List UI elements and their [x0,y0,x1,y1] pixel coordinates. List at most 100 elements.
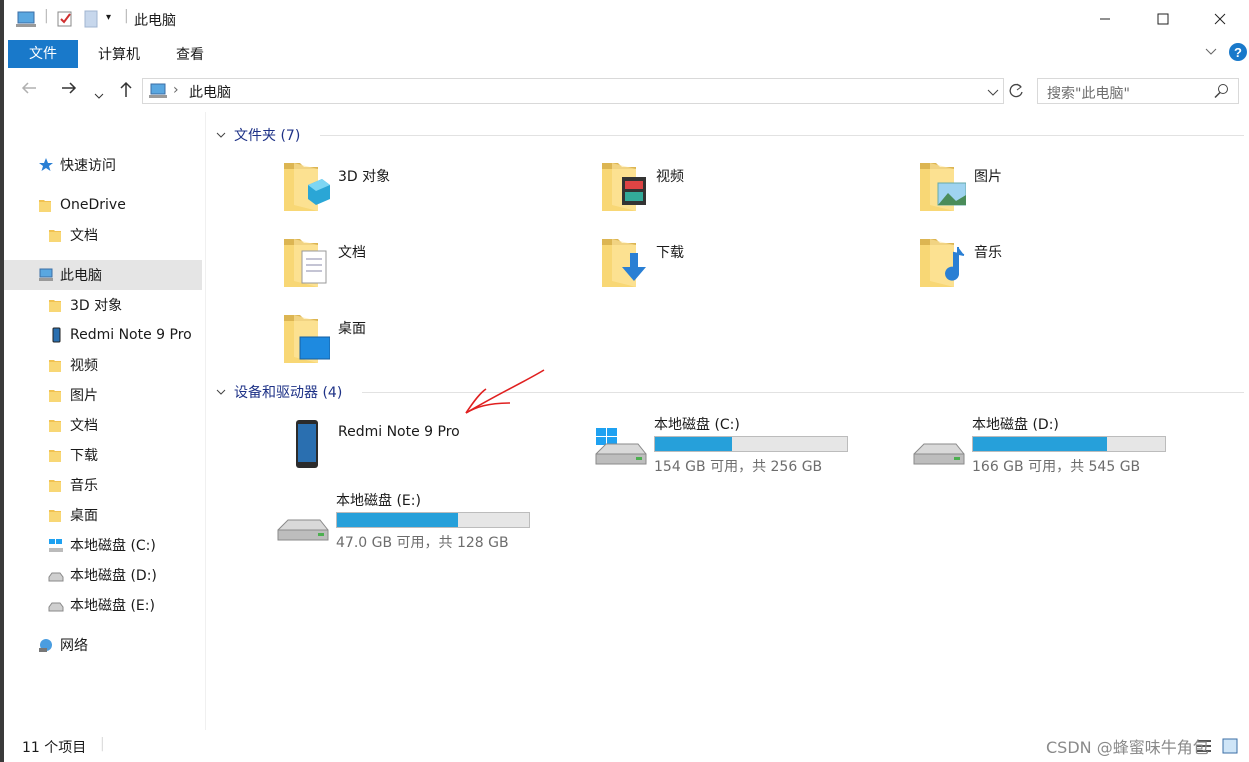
folder-icon [38,197,54,213]
explorer-window: | ▾ | 此电脑 文件 计算机 查看 ? › 此电脑 搜索"此电脑" 快速访问… [0,0,1249,762]
folder-icon [48,227,64,243]
device-phone[interactable]: Redmi Note 9 Pro [282,414,582,484]
folder-tile[interactable]: 图片 [918,158,1218,228]
refresh-button[interactable] [1007,82,1025,104]
folder-tile[interactable]: 视频 [600,158,900,228]
minimize-button[interactable] [1076,0,1134,38]
sidebar-item-label: 文档 [70,418,98,434]
svg-text:?: ? [1234,45,1242,60]
computer-icon[interactable] [16,10,36,32]
drive-usage-bar [972,436,1166,452]
customize-toolbar-icon[interactable]: ▾ [106,12,111,23]
folder-label: 文档 [338,245,366,261]
breadcrumb-chevron-icon[interactable]: › [173,82,179,98]
navigation-pane: 快速访问 OneDrive 文档 此电脑 3D 对象 Redmi Note 9 Pro 视频… [4,122,204,732]
downloads-folder-icon [600,234,648,294]
network-icon [38,637,54,653]
separator: | [124,8,129,24]
folder-tile[interactable]: 3D 对象 [282,158,582,228]
drive-tile[interactable]: 本地磁盘 (C:) 154 GB 可用，共 256 GB [590,414,870,484]
tab-view[interactable]: 查看 [158,42,222,68]
sidebar-item[interactable]: OneDrive [4,190,202,220]
folder-tile[interactable]: 下载 [600,234,900,304]
windows-drive-icon [48,537,64,553]
chevron-down-icon[interactable] [216,384,226,400]
drive-tile[interactable]: 本地磁盘 (E:) 47.0 GB 可用，共 128 GB [272,490,552,560]
drive-free-space: 47.0 GB 可用，共 128 GB [336,535,509,551]
address-input[interactable]: › 此电脑 [142,78,1004,104]
search-icon[interactable] [1214,83,1230,103]
sidebar-item-label: 本地磁盘 (E:) [70,598,155,614]
help-icon[interactable]: ? [1228,42,1248,66]
sidebar-item[interactable]: 文档 [4,220,202,250]
sidebar-item-label: 下载 [70,448,98,464]
breadcrumb[interactable]: 此电脑 [189,82,231,102]
sidebar-item-label: 文档 [70,228,98,244]
sidebar-item[interactable]: 此电脑 [4,260,202,290]
address-dropdown-icon[interactable] [987,85,999,101]
expand-ribbon-icon[interactable] [1204,44,1218,62]
folder-3d-icon [48,297,64,313]
tab-computer[interactable]: 计算机 [84,42,154,68]
maximize-button[interactable] [1134,0,1192,38]
computer-icon [38,267,54,283]
folder-tile[interactable]: 音乐 [918,234,1218,304]
back-button[interactable] [20,80,38,101]
star-icon [38,157,54,173]
folder-label: 桌面 [338,321,366,337]
sidebar-item[interactable]: 本地磁盘 (E:) [4,590,202,620]
pictures-folder-icon [918,158,967,218]
device-label: Redmi Note 9 Pro [338,424,460,440]
drive-usage-fill [973,437,1108,451]
chevron-down-icon[interactable] [216,127,226,143]
sidebar-item-label: OneDrive [60,197,126,213]
forward-button[interactable] [60,80,78,101]
close-button[interactable] [1191,0,1249,38]
large-icons-view-icon[interactable] [1222,738,1238,758]
sidebar-item[interactable]: 3D 对象 [4,290,202,320]
drive-usage-fill [655,437,732,451]
drive-tile[interactable]: 本地磁盘 (D:) 166 GB 可用，共 545 GB [908,414,1188,484]
sidebar-item[interactable]: 视频 [4,350,202,380]
folder-3d-icon [282,158,330,218]
sidebar-item[interactable]: 音乐 [4,470,202,500]
sidebar-item[interactable]: 图片 [4,380,202,410]
sidebar-item-label: Redmi Note 9 Pro [70,327,192,343]
sidebar-item[interactable]: 网络 [4,630,202,660]
divider [320,135,1244,136]
drive-free-space: 154 GB 可用，共 256 GB [654,459,823,475]
drive-name: 本地磁盘 (E:) [336,493,421,509]
sidebar-item[interactable]: 文档 [4,410,202,440]
folder-label: 图片 [974,169,1002,185]
up-button[interactable] [118,80,134,103]
drive-name: 本地磁盘 (C:) [654,417,740,433]
group-header-folders[interactable]: 文件夹 (7) [216,124,1244,146]
search-input[interactable]: 搜索"此电脑" [1037,78,1239,104]
search-placeholder: 搜索"此电脑" [1047,86,1130,102]
pictures-folder-icon [48,387,64,403]
window-title: 此电脑 [134,13,176,29]
folder-tile[interactable]: 文档 [282,234,582,304]
sidebar-item[interactable]: 桌面 [4,500,202,530]
item-count: 11 个项目 [22,740,87,756]
windows-drive-icon [594,428,648,472]
sidebar-item[interactable]: 快速访问 [4,150,202,180]
drive-usage-bar [654,436,848,452]
desktop-folder-icon [282,310,331,370]
sidebar-item[interactable]: 本地磁盘 (C:) [4,530,202,560]
sidebar-item[interactable]: 本地磁盘 (D:) [4,560,202,590]
recent-locations-button[interactable] [94,84,104,105]
sidebar-item[interactable]: 下载 [4,440,202,470]
sidebar-item[interactable]: Redmi Note 9 Pro [4,320,202,350]
sidebar-item-label: 3D 对象 [70,298,123,314]
sidebar-item-label: 网络 [60,638,88,654]
tab-file[interactable]: 文件 [8,40,78,68]
navigation-bar: › 此电脑 搜索"此电脑" [4,70,1249,112]
folder-label: 下载 [656,245,684,261]
drive-usage-bar [336,512,530,528]
group-header-devices[interactable]: 设备和驱动器 (4) [216,381,1244,403]
phone-icon [294,418,320,474]
properties-icon[interactable] [56,10,74,32]
new-folder-icon[interactable] [84,10,98,32]
folder-label: 音乐 [974,245,1002,261]
